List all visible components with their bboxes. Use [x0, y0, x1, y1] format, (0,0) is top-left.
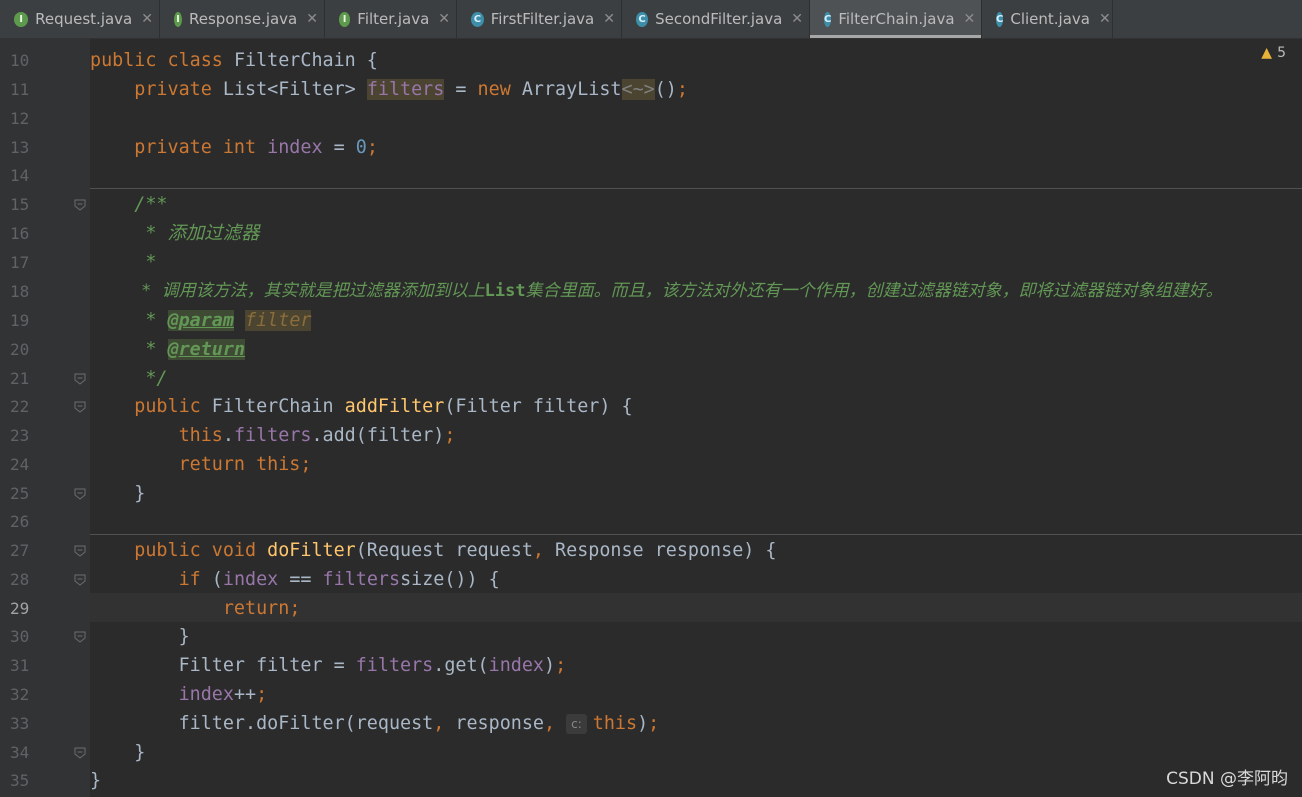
code-line-25: }: [90, 483, 146, 504]
code-editor[interactable]: public class FilterChain { private List<…: [90, 38, 1302, 797]
line-number: 25: [10, 484, 30, 503]
code-line-10: public class FilterChain {: [90, 50, 378, 71]
tab-client[interactable]: C Client.java ✕: [982, 0, 1113, 38]
line-number: 34: [10, 743, 30, 762]
line-gutter: 10 11 12 13 14 15 16 17 18 19 20 21 22 23 24 25 26 27 28 29…: [0, 38, 90, 797]
close-icon[interactable]: ✕: [306, 11, 318, 27]
code-line-28: if (index == filterssize()) {: [90, 569, 500, 590]
tab-label: FirstFilter.java: [490, 10, 595, 28]
code-line-23: this.filters.add(filter);: [90, 425, 456, 446]
line-number: 29: [10, 599, 30, 618]
line-number: 21: [10, 369, 30, 388]
tab-firstfilter[interactable]: C FirstFilter.java ✕: [457, 0, 622, 38]
code-line-17: *: [90, 252, 157, 273]
line-number: 11: [10, 80, 30, 99]
code-line-11: private List<Filter> filters = new Array…: [90, 79, 688, 100]
code-line-34: }: [90, 742, 146, 763]
code-line-30: }: [90, 626, 190, 647]
fold-marker-icon[interactable]: [74, 545, 86, 557]
tab-label: SecondFilter.java: [655, 10, 783, 28]
class-main-icon: C: [996, 11, 1004, 27]
code-line-21: */: [90, 368, 168, 389]
class-icon: C: [824, 11, 832, 27]
fold-marker-icon[interactable]: [74, 199, 86, 211]
code-line-15: /**: [90, 194, 168, 215]
fold-marker-icon[interactable]: [74, 488, 86, 500]
tab-request[interactable]: I Request.java ✕: [0, 0, 160, 38]
code-line-13: private int index = 0;: [90, 137, 378, 158]
close-icon[interactable]: ✕: [964, 11, 976, 27]
editor-tab-bar: I Request.java ✕ I Response.java ✕ I Filter.jav…: [0, 0, 1302, 39]
line-number: 12: [10, 109, 30, 128]
interface-icon: I: [339, 11, 351, 27]
code-line-29: return;: [90, 598, 301, 619]
code-line-19: * @param filter: [90, 310, 312, 331]
line-number: 22: [10, 397, 30, 416]
code-line-35: }: [90, 770, 102, 791]
class-icon: C: [471, 11, 484, 27]
tab-label: Response.java: [189, 10, 298, 28]
close-icon[interactable]: ✕: [603, 11, 615, 27]
tab-filter[interactable]: I Filter.java ✕: [325, 0, 457, 38]
tab-label: Filter.java: [357, 10, 430, 28]
code-line-22: public FilterChain addFilter(Filter filt…: [90, 396, 633, 417]
line-number: 16: [10, 224, 30, 243]
method-separator: [90, 534, 1302, 535]
line-number: 31: [10, 656, 30, 675]
interface-icon: I: [174, 11, 183, 27]
line-number: 17: [10, 253, 30, 272]
line-number: 19: [10, 311, 30, 330]
line-number: 14: [10, 166, 30, 185]
tab-label: FilterChain.java: [838, 10, 955, 28]
tab-label: Client.java: [1010, 10, 1090, 28]
line-number: 33: [10, 714, 30, 733]
inspection-widget[interactable]: ▲ 5: [1261, 45, 1286, 61]
code-line-32: index++;: [178, 684, 268, 705]
code-line-33: filter.doFilter(request, response, c: thi…: [90, 713, 660, 734]
close-icon[interactable]: ✕: [141, 11, 153, 27]
fold-marker-icon[interactable]: [74, 631, 86, 643]
code-line-20: * @return: [90, 339, 246, 360]
line-number: 20: [10, 340, 30, 359]
line-number: 13: [10, 138, 30, 157]
line-number: 28: [10, 570, 30, 589]
line-number: 23: [10, 426, 30, 445]
warning-icon: ▲: [1261, 45, 1273, 61]
fold-marker-icon[interactable]: [74, 574, 86, 586]
watermark: CSDN @李阿昀: [1166, 769, 1288, 789]
line-number: 18: [10, 282, 30, 301]
tab-filterchain[interactable]: C FilterChain.java ✕: [810, 0, 982, 38]
close-icon[interactable]: ✕: [791, 11, 803, 27]
line-number: 32: [10, 685, 30, 704]
tab-response[interactable]: I Response.java ✕: [160, 0, 325, 38]
class-icon: C: [636, 11, 649, 27]
method-separator: [90, 188, 1302, 189]
code-line-24: return this;: [90, 454, 312, 475]
fold-marker-icon[interactable]: [74, 373, 86, 385]
line-number: 10: [10, 51, 30, 70]
code-line-18: * 调用该方法，其实就是把过滤器添加到以上List集合里面。而且，该方法对外还有…: [90, 281, 1223, 301]
fold-marker-icon[interactable]: [74, 747, 86, 759]
tab-label: Request.java: [35, 10, 133, 28]
line-number: 27: [10, 541, 30, 560]
line-number: 26: [10, 512, 30, 531]
warning-count: 5: [1277, 45, 1286, 61]
tab-secondfilter[interactable]: C SecondFilter.java ✕: [622, 0, 810, 38]
close-icon[interactable]: ✕: [438, 11, 450, 27]
fold-marker-icon[interactable]: [74, 401, 86, 413]
interface-icon: I: [14, 11, 29, 27]
parameter-hint: c:: [566, 714, 587, 734]
line-number: 15: [10, 195, 30, 214]
line-number: 30: [10, 627, 30, 646]
code-line-16: * 添加过滤器: [90, 223, 260, 244]
line-number: 35: [10, 771, 30, 790]
code-line-27: public void doFilter(Request request, Re…: [90, 540, 777, 561]
code-line-31: Filter filter = filters.get(index);: [90, 655, 567, 676]
line-number: 24: [10, 455, 30, 474]
close-icon[interactable]: ✕: [1099, 11, 1111, 27]
